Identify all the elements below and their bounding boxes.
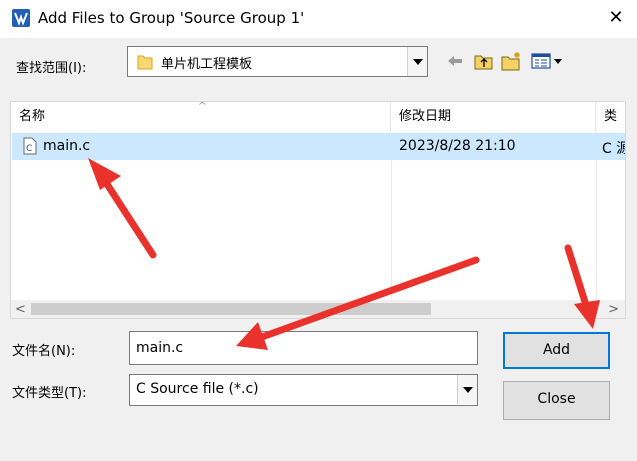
filename-input[interactable] — [130, 332, 477, 364]
filetype-label: 文件类型(T): — [12, 386, 87, 401]
file-modified-cell: 2023/8/28 21:10 — [399, 138, 516, 154]
c-file-icon: C — [23, 137, 37, 155]
close-button[interactable]: Close — [503, 381, 610, 420]
sort-ascending-icon: ^ — [198, 101, 207, 112]
back-arrow-icon[interactable] — [444, 50, 466, 72]
lookin-value: 单片机工程模板 — [161, 57, 253, 72]
svg-text:C: C — [26, 144, 32, 154]
horizontal-scrollbar[interactable]: < > — [11, 300, 625, 318]
lookin-label: 查找范围(I): — [16, 61, 87, 76]
lookin-dropdown[interactable]: 单片机工程模板 — [127, 46, 428, 77]
chevron-down-icon[interactable] — [457, 375, 477, 404]
scroll-right-icon[interactable]: > — [608, 302, 619, 317]
window-title: Add Files to Group 'Source Group 1' — [38, 9, 305, 27]
folder-icon — [137, 55, 153, 70]
column-header-modified[interactable]: 修改日期 — [391, 102, 596, 132]
title-bar: Add Files to Group 'Source Group 1' ✕ — [0, 0, 637, 38]
new-folder-icon[interactable] — [500, 50, 524, 72]
file-type-cell: C 源 — [602, 141, 625, 157]
chevron-down-icon[interactable] — [407, 47, 427, 76]
filetype-value: C Source file (*.c) — [136, 381, 259, 397]
close-window-button[interactable]: ✕ — [602, 4, 630, 32]
view-menu-icon[interactable] — [530, 50, 566, 72]
file-name-cell: main.c — [43, 138, 91, 154]
filename-label: 文件名(N): — [12, 344, 76, 359]
scroll-left-icon[interactable]: < — [15, 302, 26, 317]
add-button[interactable]: Add — [503, 332, 610, 369]
up-folder-icon[interactable] — [472, 50, 496, 72]
column-header-type[interactable]: 类 — [596, 102, 625, 132]
keil-uvision-icon — [12, 9, 30, 27]
filename-field[interactable] — [129, 331, 478, 365]
filetype-dropdown[interactable]: C Source file (*.c) — [129, 374, 478, 406]
scrollbar-thumb[interactable] — [31, 303, 431, 315]
file-list[interactable]: 名称 ^ 修改日期 类 C main.c 2023/8/28 21:10 C 源… — [10, 101, 626, 319]
table-row[interactable]: C main.c 2023/8/28 21:10 C 源 — [12, 133, 625, 160]
